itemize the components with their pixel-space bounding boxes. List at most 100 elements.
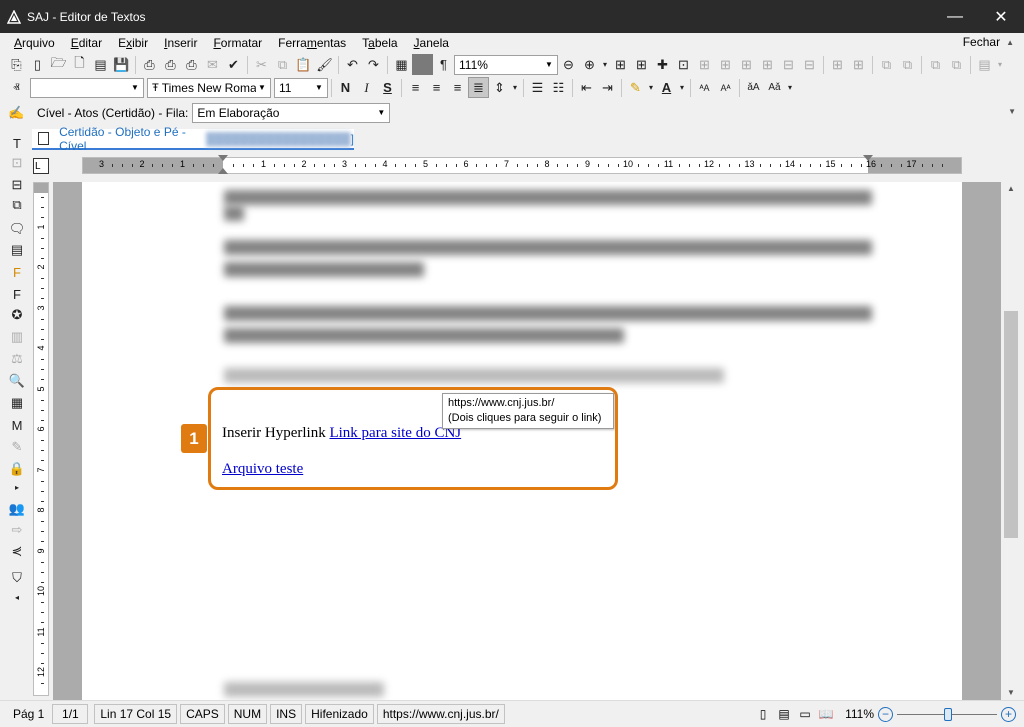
more-options-icon[interactable]: ▾ [600,54,610,75]
shrink-font-icon[interactable]: Aᴬ [715,77,736,98]
open-recent-icon[interactable]: 🗋 [69,54,90,75]
flow-forward-icon[interactable]: ⧉ [925,54,946,75]
table-select-icon[interactable]: ⊞ [610,54,631,75]
menu-inserir[interactable]: Inserir [156,36,205,50]
table-rows-icon[interactable]: ⊞ [736,54,757,75]
table-split-icon[interactable]: ⊞ [715,54,736,75]
zoom-out-button[interactable]: − [878,706,893,722]
tab-certidao[interactable]: Certidão - Objeto e Pé - Cível █████████… [32,125,354,153]
copy-document-icon[interactable]: ⧉ [8,196,26,214]
more-dropdown-icon[interactable]: ▾ [995,54,1005,75]
vertical-scrollbar[interactable]: ▲ ▼ [1001,180,1021,700]
table-insert-cross-icon[interactable]: ✚ [652,54,673,75]
font-size-select[interactable]: 11 ▼ [274,77,328,98]
horizontal-ruler[interactable]: 3 2 1 1 2 3 4 5 6 7 8 9 10 11 12 13 14 15 16 17 [82,155,962,174]
align-right-icon[interactable]: ≡ [447,77,468,98]
more-left-icon[interactable]: ◂ [8,588,26,606]
edit-pencil-icon[interactable]: ✎ [8,438,26,456]
table-cell-icon[interactable]: ⊡ [673,54,694,75]
menu-editar[interactable]: Editar [63,36,110,50]
zoom-slider-knob[interactable] [944,707,952,721]
stamp-icon[interactable]: ⚖ [8,350,26,368]
font-color-dropdown-icon[interactable]: ▾ [677,77,687,98]
highlight-dropdown-icon[interactable]: ▾ [646,77,656,98]
print-preview-icon[interactable]: ⎙ [160,54,181,75]
table-border-icon[interactable]: ⊟ [778,54,799,75]
chevron-down-icon[interactable]: ▼ [256,79,268,97]
redo-icon[interactable]: ↷ [363,54,384,75]
grow-font-icon[interactable]: ᴬA [694,77,715,98]
format-painter-icon[interactable]: 🖌 [314,54,335,75]
m-field-icon[interactable]: M [8,416,26,434]
calendar-icon[interactable]: ▦ [8,394,26,412]
underline-button[interactable]: S [377,77,398,98]
columns-icon[interactable]: ▥ [8,328,26,346]
comment-icon[interactable]: 🗨 [8,220,26,238]
align-center-icon[interactable]: ≡ [426,77,447,98]
show-formatting-marks-icon[interactable]: ¶ [433,54,454,75]
scrollbar-thumb[interactable] [1004,311,1018,538]
search-document-icon[interactable]: 🔍 [8,372,26,390]
share-icon[interactable]: ⋞ [8,542,26,560]
print-setup-icon[interactable]: ⎙ [181,54,202,75]
align-justify-icon[interactable]: ≣ [468,77,489,98]
save-icon[interactable]: 💾 [111,54,132,75]
table-insert-row-icon[interactable]: ⊞ [631,54,652,75]
lock-icon[interactable]: 🔒 [8,460,26,478]
scroll-up-arrow-icon[interactable]: ▲ [1006,38,1014,47]
scroll-down-icon[interactable]: ▼ [1001,684,1021,700]
export-pdf-icon[interactable]: ▤ [90,54,111,75]
case-dropdown-icon[interactable]: ▾ [785,77,795,98]
scroll-up-icon[interactable]: ▲ [1001,180,1021,196]
field-edit-icon[interactable]: F [8,285,26,303]
numbered-list-icon[interactable]: ☷ [548,77,569,98]
bold-button[interactable]: N [335,77,356,98]
style-icon[interactable]: ⱏ [6,77,27,98]
menu-formatar[interactable]: Formatar [205,36,270,50]
paste-icon[interactable]: 📋 [293,54,314,75]
close-window-button[interactable]: ✕ [978,0,1024,33]
chevron-down-icon[interactable]: ▼ [313,79,325,97]
case-options-icon[interactable]: Aǎ [764,77,785,98]
minimize-button[interactable]: — [932,0,978,33]
more-down-icon[interactable]: ▸ [8,478,26,496]
send-email-icon[interactable]: ✉ [202,54,223,75]
table-columns-icon[interactable]: ⊞ [694,54,715,75]
spell-check-icon[interactable]: ✔ [223,54,244,75]
paint-roller-icon[interactable]: ⛉ [8,569,26,587]
zoom-out-icon[interactable]: ⊖ [558,54,579,75]
file-hyperlink[interactable]: Arquivo teste [222,461,303,477]
insert-table-icon[interactable]: ▦ [391,54,412,75]
line-spacing-icon[interactable]: ⇕ [489,77,510,98]
close-document-button[interactable]: Fechar [963,35,1000,49]
page-view-icon[interactable]: ▯ [754,705,772,723]
decrease-indent-icon[interactable]: ⇤ [576,77,597,98]
form-field-icon[interactable]: F [8,263,26,281]
open-folder-icon[interactable]: 🗁 [48,54,69,75]
book-view-icon[interactable]: 📖 [817,705,835,723]
chevron-down-icon[interactable]: ▼ [543,56,555,74]
table-distribute-icon[interactable]: ⊞ [848,54,869,75]
field-list-icon[interactable]: ▤ [974,54,995,75]
change-case-icon[interactable]: ǎA [743,77,764,98]
menu-arquivo[interactable]: Arquivo [6,36,63,50]
new-document-icon[interactable]: ▯ [27,54,48,75]
zoom-slider[interactable] [897,707,997,722]
tree-branch-icon[interactable]: ⧉ [897,54,918,75]
first-line-indent-marker[interactable] [218,155,228,161]
chevron-down-icon[interactable]: ▼ [129,79,141,97]
table-merge-icon[interactable]: ⊞ [757,54,778,75]
bullet-list-icon[interactable]: ☰ [527,77,548,98]
line-spacing-dropdown-icon[interactable]: ▾ [510,77,520,98]
flow-split-icon[interactable]: ⧉ [946,54,967,75]
people-icon[interactable]: 👥 [8,500,26,518]
undo-icon[interactable]: ↶ [342,54,363,75]
signature-icon[interactable]: ✍ [6,102,27,123]
left-indent-marker[interactable] [218,168,228,174]
text-style-tool-icon[interactable]: T [8,134,26,152]
zoom-in-icon[interactable]: ⊕ [579,54,600,75]
font-name-select[interactable]: Ŧ Times New Roman ▼ [147,77,271,98]
scroll-down-arrow-icon[interactable]: ▼ [1008,107,1016,116]
chevron-down-icon[interactable]: ▼ [375,104,387,122]
cut-icon[interactable]: ✂ [251,54,272,75]
